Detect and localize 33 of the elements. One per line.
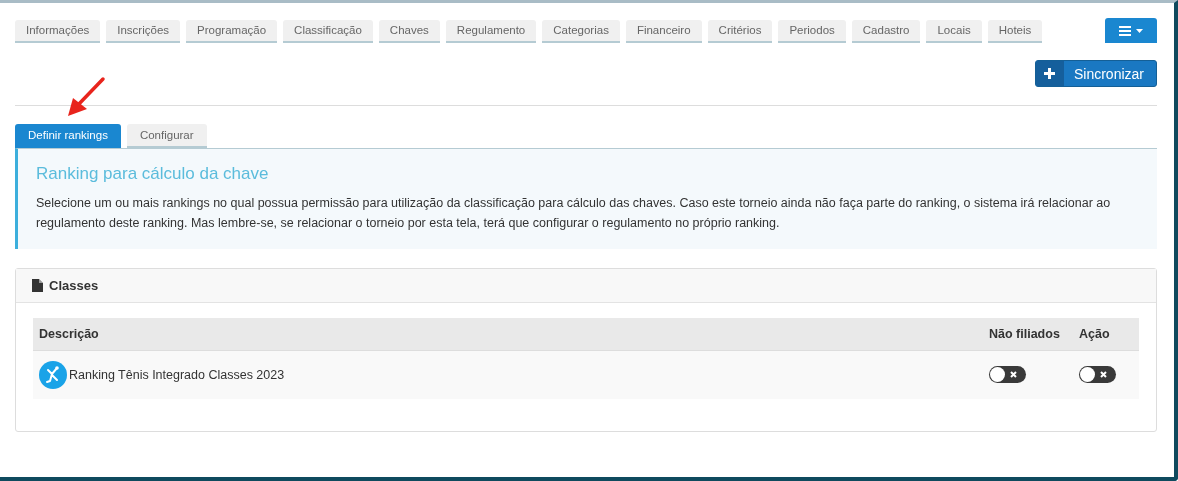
tab[interactable]: Informações: [15, 20, 101, 43]
tab[interactable]: Classificação: [283, 20, 373, 43]
callout-text: Selecione um ou mais rankings no qual possua permissão para utilização da classificação para cálculo das chaves. Caso este torneio ainda não faça parte do ranking, o sistema irá relacionar ao regulamento deste ranking. Mas lembre-se, se relacionar o torneio por esta tela, terá que configurar o regulamento no próprio ranking.: [36, 195, 1112, 232]
ranking-name: Ranking Tênis Integrado Classes 2023: [69, 368, 285, 382]
tab[interactable]: Cadastro: [851, 20, 921, 43]
close-icon: [1010, 370, 1017, 378]
column-header: Ação: [1073, 318, 1139, 351]
toggle-switch[interactable]: [989, 365, 1026, 383]
column-header: Não filiados: [983, 318, 1073, 351]
tab[interactable]: Financeiro: [625, 20, 702, 43]
panel-title: Classes: [49, 278, 99, 293]
menu-button[interactable]: [1105, 18, 1157, 43]
caret-icon: [1136, 28, 1143, 33]
player-logo-icon: [39, 361, 67, 389]
menu-icon: [1119, 25, 1131, 36]
document-icon: [32, 279, 43, 292]
column-header: Descrição: [33, 318, 983, 351]
close-icon: [1100, 370, 1107, 378]
tab[interactable]: Definir rankings: [15, 124, 121, 148]
tab[interactable]: Configurar: [126, 124, 207, 148]
tab[interactable]: Inscrições: [106, 20, 181, 43]
sync-button[interactable]: Sincronizar: [1034, 60, 1157, 87]
tab[interactable]: Periodos: [778, 20, 846, 43]
tab[interactable]: Locais: [926, 20, 982, 43]
tab[interactable]: Critérios: [707, 20, 773, 43]
plus-icon: [1044, 68, 1056, 79]
callout-title: Ranking para cálculo da chave: [36, 164, 270, 184]
tab[interactable]: Chaves: [378, 20, 440, 43]
tab[interactable]: Regulamento: [445, 20, 537, 43]
toggle-switch[interactable]: [1079, 365, 1116, 383]
tab[interactable]: Categorias: [542, 20, 620, 43]
tab[interactable]: Hoteis: [987, 20, 1043, 43]
tab[interactable]: Programação: [186, 20, 278, 43]
